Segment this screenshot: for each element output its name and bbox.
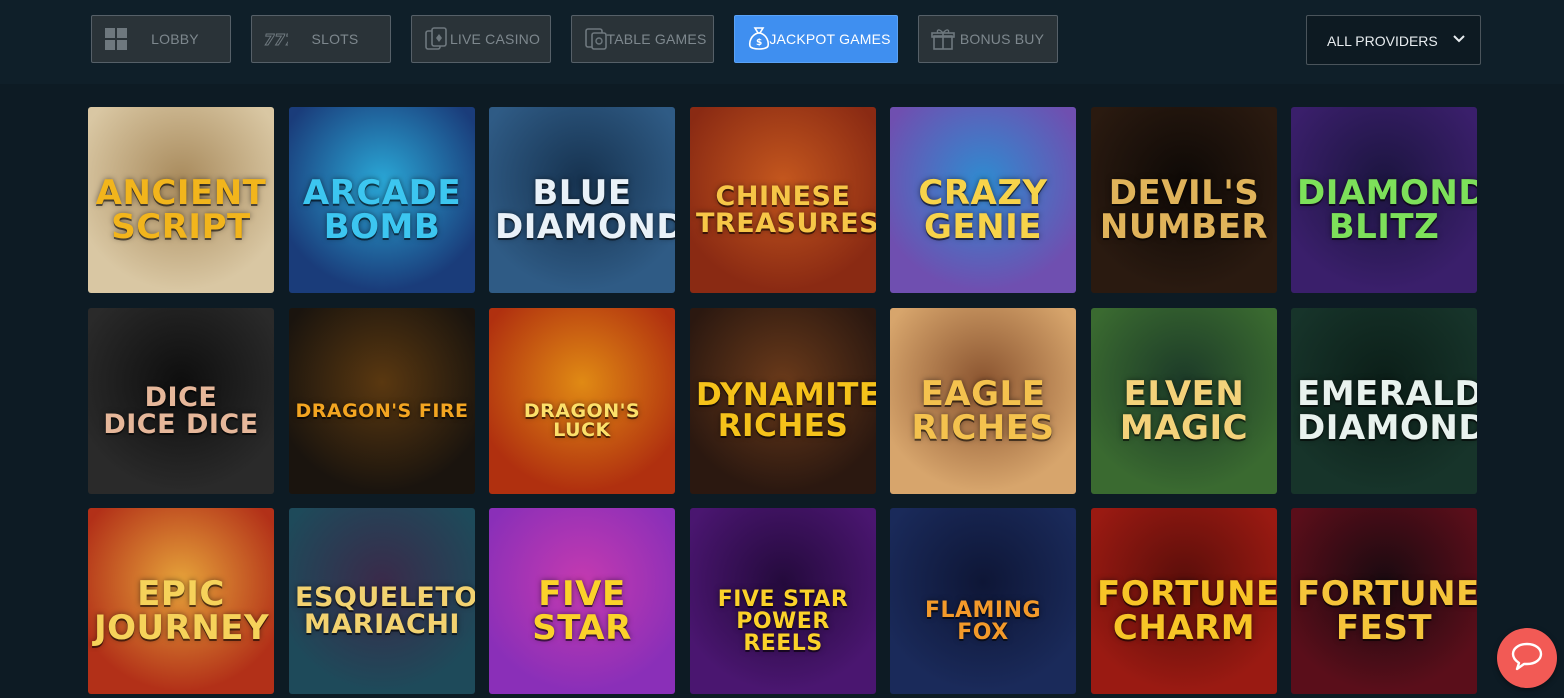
game-title: DYNAMITE RICHES bbox=[696, 377, 876, 444]
game-tile[interactable]: BLUE DIAMOND bbox=[489, 107, 675, 293]
game-tile[interactable]: CRAZY GENIE bbox=[890, 107, 1076, 293]
game-tile[interactable]: DRAGON'S LUCK bbox=[489, 308, 675, 494]
game-tile[interactable]: FIVE STAR bbox=[489, 508, 675, 694]
game-title: FIVE STAR POWER REELS bbox=[717, 587, 849, 656]
chat-button[interactable] bbox=[1497, 628, 1557, 688]
game-tile[interactable]: ELVEN MAGIC bbox=[1091, 308, 1277, 494]
game-tile[interactable]: EAGLE RICHES bbox=[890, 308, 1076, 494]
game-tile[interactable]: ANCIENT SCRIPT bbox=[88, 107, 274, 293]
game-title: ELVEN MAGIC bbox=[1119, 374, 1249, 448]
game-title: FORTUNE CHARM bbox=[1097, 574, 1277, 648]
game-title: ANCIENT SCRIPT bbox=[95, 173, 267, 247]
tab-live-casino-label: LIVE CASINO bbox=[449, 31, 541, 47]
tab-lobby[interactable]: LOBBY bbox=[91, 15, 231, 63]
game-tile[interactable]: FLAMING FOX bbox=[890, 508, 1076, 694]
game-title: DIAMOND BLITZ bbox=[1297, 173, 1477, 247]
game-title: FORTUNE FEST bbox=[1297, 574, 1477, 648]
game-title: FIVE STAR bbox=[532, 574, 632, 648]
game-tile[interactable]: EPIC JOURNEY bbox=[88, 508, 274, 694]
game-tile[interactable]: FIVE STAR POWER REELS bbox=[690, 508, 876, 694]
game-title: CHINESE TREASURES bbox=[696, 181, 876, 239]
game-tile[interactable]: FORTUNE CHARM bbox=[1091, 508, 1277, 694]
top-nav-bar: LOBBY 777 SLOTS LIVE CASINO TABLE bbox=[0, 0, 1564, 84]
game-tile[interactable]: DYNAMITE RICHES bbox=[690, 308, 876, 494]
game-tile[interactable]: DICE DICE DICE bbox=[88, 308, 274, 494]
tab-lobby-label: LOBBY bbox=[151, 31, 199, 47]
tab-slots[interactable]: 777 SLOTS bbox=[251, 15, 391, 63]
tab-live-casino[interactable]: LIVE CASINO bbox=[411, 15, 551, 63]
game-tile[interactable]: DIAMOND BLITZ bbox=[1291, 107, 1477, 293]
chevron-down-icon bbox=[1452, 32, 1466, 49]
game-title: DRAGON'S FIRE bbox=[295, 400, 469, 422]
game-title: ESQUELETO MARIACHI bbox=[295, 582, 475, 640]
tab-bonus-buy-label: BONUS BUY bbox=[959, 31, 1045, 47]
game-title: DICE DICE DICE bbox=[103, 382, 259, 440]
game-title: BLUE DIAMOND bbox=[495, 173, 675, 247]
game-tile[interactable]: ESQUELETO MARIACHI bbox=[289, 508, 475, 694]
game-tile[interactable]: CHINESE TREASURES bbox=[690, 107, 876, 293]
game-title: EPIC JOURNEY bbox=[94, 574, 270, 648]
tab-table-games-label: TABLE GAMES bbox=[606, 31, 707, 47]
game-title: CRAZY GENIE bbox=[918, 173, 1048, 247]
tab-bonus-buy[interactable]: BONUS BUY bbox=[918, 15, 1058, 63]
game-tile[interactable]: DEVIL'S NUMBER bbox=[1091, 107, 1277, 293]
tab-jackpot-games-label: JACKPOT GAMES bbox=[769, 31, 891, 47]
game-tile[interactable]: EMERALD DIAMOND bbox=[1291, 308, 1477, 494]
tab-jackpot-games[interactable]: $ JACKPOT GAMES bbox=[734, 15, 898, 63]
tab-slots-label: SLOTS bbox=[311, 31, 359, 47]
tab-table-games[interactable]: TABLE GAMES bbox=[571, 15, 714, 63]
providers-dropdown-label: ALL PROVIDERS bbox=[1327, 33, 1438, 49]
game-title: FLAMING FOX bbox=[924, 598, 1042, 645]
game-tile[interactable]: DRAGON'S FIRE bbox=[289, 308, 475, 494]
game-title: EAGLE RICHES bbox=[911, 374, 1055, 448]
chat-bubble-icon bbox=[1510, 641, 1544, 676]
game-title: EMERALD DIAMOND bbox=[1297, 374, 1477, 448]
game-title: ARCADE BOMB bbox=[302, 173, 462, 247]
game-title: DEVIL'S NUMBER bbox=[1099, 173, 1269, 247]
game-tile[interactable]: FORTUNE FEST bbox=[1291, 508, 1477, 694]
providers-dropdown[interactable]: ALL PROVIDERS bbox=[1306, 15, 1481, 65]
game-tile[interactable]: ARCADE BOMB bbox=[289, 107, 475, 293]
game-title: DRAGON'S LUCK bbox=[523, 400, 641, 441]
